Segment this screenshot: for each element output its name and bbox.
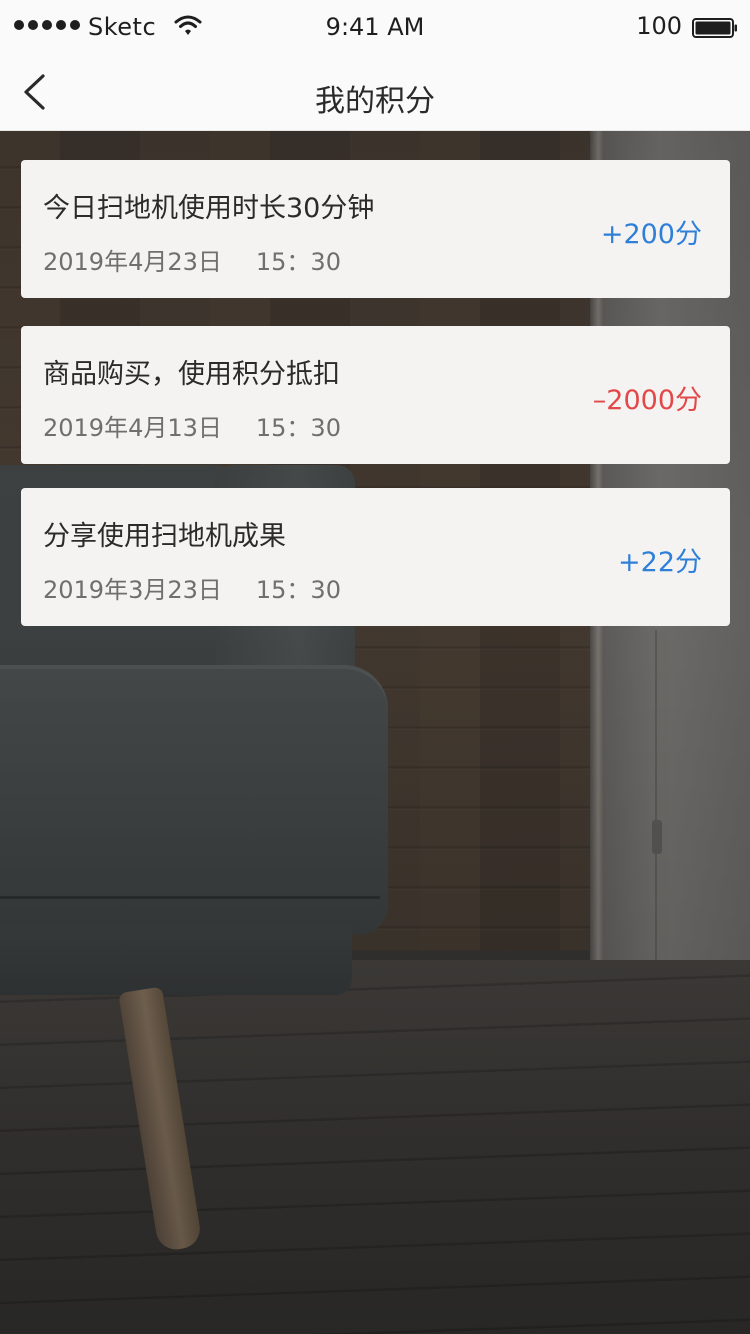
record-datetime: 2019年4月13日 15：30: [43, 408, 341, 443]
status-bar: Sketc 9:41 AM 100: [0, 0, 750, 54]
record-title: 今日扫地机使用时长30分钟: [43, 193, 375, 224]
record-date: 2019年3月23日: [43, 576, 222, 604]
battery-percent: 100: [636, 12, 682, 40]
chevron-left-icon: [24, 74, 45, 110]
record-datetime: 2019年4月23日 15：30: [43, 242, 341, 277]
points-record-card[interactable]: 商品购买，使用积分抵扣 2019年4月13日 15：30 –2000分: [21, 326, 730, 464]
record-points: +200分: [600, 219, 702, 250]
record-points: +22分: [618, 547, 702, 578]
back-button[interactable]: [14, 72, 54, 112]
record-date: 2019年4月13日: [43, 414, 222, 442]
record-points: –2000分: [592, 385, 702, 416]
points-record-card[interactable]: 今日扫地机使用时长30分钟 2019年4月23日 15：30 +200分: [21, 160, 730, 298]
record-time: 15：30: [255, 414, 341, 442]
nav-bar: 我的积分: [0, 54, 750, 131]
record-datetime: 2019年3月23日 15：30: [43, 570, 341, 605]
battery-icon: [692, 18, 737, 38]
record-title: 商品购买，使用积分抵扣: [43, 359, 340, 390]
points-record-list: 今日扫地机使用时长30分钟 2019年4月23日 15：30 +200分 商品购买…: [21, 160, 730, 654]
record-date: 2019年4月23日: [43, 248, 222, 276]
points-record-card[interactable]: 分享使用扫地机成果 2019年3月23日 15：30 +22分: [21, 488, 730, 626]
record-title: 分享使用扫地机成果: [43, 521, 286, 552]
page-title: 我的积分: [315, 84, 435, 119]
record-time: 15：30: [255, 576, 341, 604]
record-time: 15：30: [255, 248, 341, 276]
